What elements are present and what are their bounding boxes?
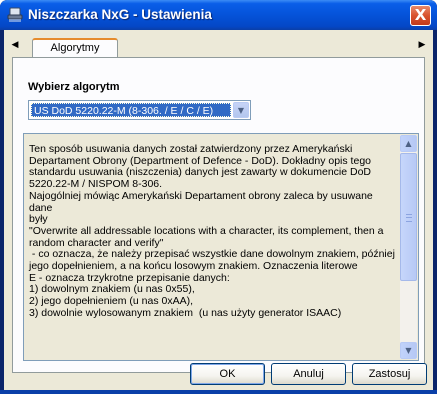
scrollbar-thumb[interactable]	[400, 153, 417, 281]
description-line: 3) dowolnie wylosowanym znakiem (u nas u…	[29, 306, 342, 319]
description-line: jego dopełnieniem, a na końcu losowym zn…	[29, 260, 358, 273]
description-line: "Overwrite all addressable locations wit…	[29, 224, 384, 237]
arrow-right-icon[interactable]: ▶	[417, 40, 427, 50]
algorithm-description[interactable]: Ten sposób usuwania danych został zatwie…	[23, 133, 419, 361]
vertical-scrollbar[interactable]: ▲ ▼	[400, 135, 417, 359]
close-button[interactable]: X	[410, 5, 431, 26]
settings-window: Niszczarka NxG - Ustawienia X ◀ Algorytm…	[0, 0, 437, 394]
shredder-app-icon	[7, 7, 23, 22]
window-title: Niszczarka NxG - Ustawienia	[28, 7, 212, 22]
arrow-left-icon[interactable]: ◀	[10, 40, 20, 50]
chevron-up-icon: ▲	[405, 139, 412, 148]
algorithm-select-value: US DoD 5220.22-M (8-306. / E / C / E)	[31, 103, 231, 117]
tab-strip: ◀ Algorytmy ▶	[4, 30, 433, 60]
scroll-down-button[interactable]: ▼	[400, 342, 417, 359]
description-line: Ten sposób usuwania danych został zatwie…	[29, 143, 353, 155]
title-bar[interactable]: Niszczarka NxG - Ustawienia X	[0, 0, 437, 30]
chevron-down-icon: ▼	[405, 346, 412, 355]
grip-icon	[406, 214, 412, 222]
tab-panel-algorytmy: Wybierz algorytm US DoD 5220.22-M (8-306…	[12, 57, 425, 373]
tab-algorytmy[interactable]: Algorytmy	[32, 38, 118, 58]
dropdown-button[interactable]: ▼	[233, 102, 249, 118]
dialog-client-area: ◀ Algorytmy ▶ Wybierz algorytm US DoD 52…	[4, 30, 433, 390]
apply-button[interactable]: Zastosuj	[352, 363, 427, 385]
window-border	[0, 390, 437, 394]
description-line: Najogólniej mówiąc Amerykański Departame…	[29, 189, 376, 214]
close-icon: X	[414, 6, 427, 24]
cancel-button[interactable]: Anuluj	[271, 363, 346, 385]
choose-algorithm-label: Wybierz algorytm	[28, 81, 120, 93]
algorithm-select[interactable]: US DoD 5220.22-M (8-306. / E / C / E) ▼	[28, 100, 251, 120]
chevron-down-icon: ▼	[237, 106, 245, 115]
description-text: Ten sposób usuwania danych został zatwie…	[26, 136, 400, 358]
ok-button[interactable]: OK	[190, 363, 265, 385]
scroll-up-button[interactable]: ▲	[400, 135, 417, 152]
